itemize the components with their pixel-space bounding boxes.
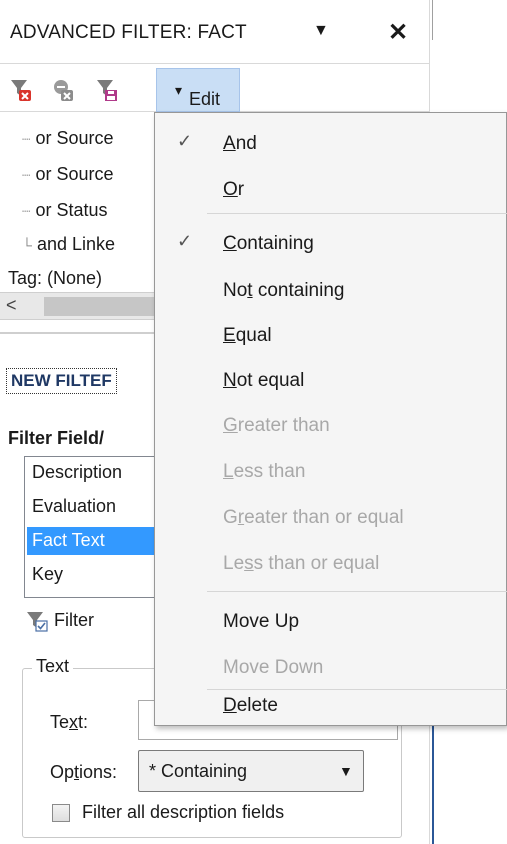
menu-item-and[interactable]: ✓ And xyxy=(155,119,507,165)
menu-item-delete[interactable]: Delete xyxy=(155,681,507,727)
edit-menu-label: Edit xyxy=(189,89,221,109)
menu-item-label: Not equal xyxy=(223,370,305,391)
menu-item-not-equal[interactable]: Not equal xyxy=(155,356,507,402)
tree-item-label: or Source xyxy=(35,128,114,148)
menu-item-label: Containing xyxy=(223,233,314,254)
tree-item-label: or Source xyxy=(35,164,114,184)
menu-item-greater-than: Greater than xyxy=(155,401,507,447)
tree-item[interactable]: ┈ or Source xyxy=(22,128,114,149)
check-icon: ✓ xyxy=(177,231,193,251)
menu-item-move-up[interactable]: Move Up xyxy=(155,597,507,643)
filter-field-label: Filter Field/ xyxy=(8,428,105,448)
panel-menu-dropdown-icon[interactable]: ▼ xyxy=(313,22,329,40)
menu-separator xyxy=(207,213,507,214)
new-filter-label[interactable]: NEW FILTEF xyxy=(6,368,117,394)
tree-connector: └ xyxy=(22,237,32,253)
tree-item-label: or Status xyxy=(35,200,108,220)
menu-item-label: Less than xyxy=(223,461,306,482)
menu-item-label: Greater than or equal xyxy=(223,507,404,528)
menu-item-less-than: Less than xyxy=(155,447,507,493)
filter-all-label[interactable]: Filter all description fields xyxy=(82,802,284,823)
scrollbar-thumb[interactable] xyxy=(44,297,164,316)
dropdown-arrow-icon: ▼ xyxy=(339,763,353,779)
edit-menu-button[interactable]: Edit ▾ xyxy=(156,68,240,112)
tree-item[interactable]: ┈ or Source xyxy=(22,164,114,185)
menu-item-containing[interactable]: ✓ Containing xyxy=(155,219,507,265)
document-divider xyxy=(432,0,433,40)
tree-connector: ┈ xyxy=(22,131,31,147)
filter-button-label: Filter xyxy=(54,610,94,630)
options-dropdown[interactable]: * Containing ▼ xyxy=(138,750,364,792)
filter-all-checkbox[interactable] xyxy=(52,804,70,822)
tree-item[interactable]: ┈ or Status xyxy=(22,200,108,221)
tree-item[interactable]: └ and Linke xyxy=(22,234,115,255)
filter-check-icon xyxy=(26,610,48,632)
text-group-legend: Text xyxy=(32,656,74,677)
options-label: Options: xyxy=(50,762,118,782)
filter-clear-icon[interactable] xyxy=(52,78,74,102)
chevron-down-icon: ▾ xyxy=(175,82,183,98)
menu-item-label: Move Up xyxy=(223,611,300,632)
menu-item-label: Or xyxy=(223,179,245,200)
panel-titlebar: ADVANCED FILTER: FACT ▼ ✕ xyxy=(0,0,430,64)
edit-dropdown-menu: ✓ And Or ✓ Containing Not containing Equ… xyxy=(154,112,507,726)
options-dropdown-value: * Containing xyxy=(149,761,248,781)
filter-button[interactable]: Filter xyxy=(26,610,94,632)
panel-title: ADVANCED FILTER: FACT xyxy=(10,22,247,43)
tree-connector: ┈ xyxy=(22,203,31,219)
menu-item-label: Greater than xyxy=(223,415,330,436)
filter-toolbar: Edit ▾ xyxy=(0,68,430,112)
menu-item-or[interactable]: Or xyxy=(155,165,507,211)
menu-item-label: Delete xyxy=(223,695,278,716)
filter-remove-icon[interactable] xyxy=(10,78,32,102)
menu-item-label: And xyxy=(223,133,257,154)
menu-item-greater-than-or-equal: Greater than or equal xyxy=(155,493,507,539)
tree-item-label: and Linke xyxy=(36,234,116,254)
check-icon: ✓ xyxy=(177,131,193,151)
menu-item-label: Equal xyxy=(223,325,272,346)
close-icon[interactable]: ✕ xyxy=(388,18,408,47)
menu-item-label: Not containing xyxy=(223,280,345,301)
menu-item-equal[interactable]: Equal xyxy=(155,311,507,357)
text-field-label: Text: xyxy=(50,712,89,732)
menu-separator xyxy=(207,591,507,592)
scroll-left-icon[interactable]: < xyxy=(6,295,17,316)
menu-item-less-than-or-equal: Less than or equal xyxy=(155,539,507,585)
filter-save-icon[interactable] xyxy=(96,78,118,102)
menu-item-label: Move Down xyxy=(223,657,324,678)
tag-label: Tag: (None) xyxy=(8,268,103,288)
tree-connector: ┈ xyxy=(22,167,31,183)
menu-item-not-containing[interactable]: Not containing xyxy=(155,266,507,312)
menu-item-label: Less than or equal xyxy=(223,553,380,574)
